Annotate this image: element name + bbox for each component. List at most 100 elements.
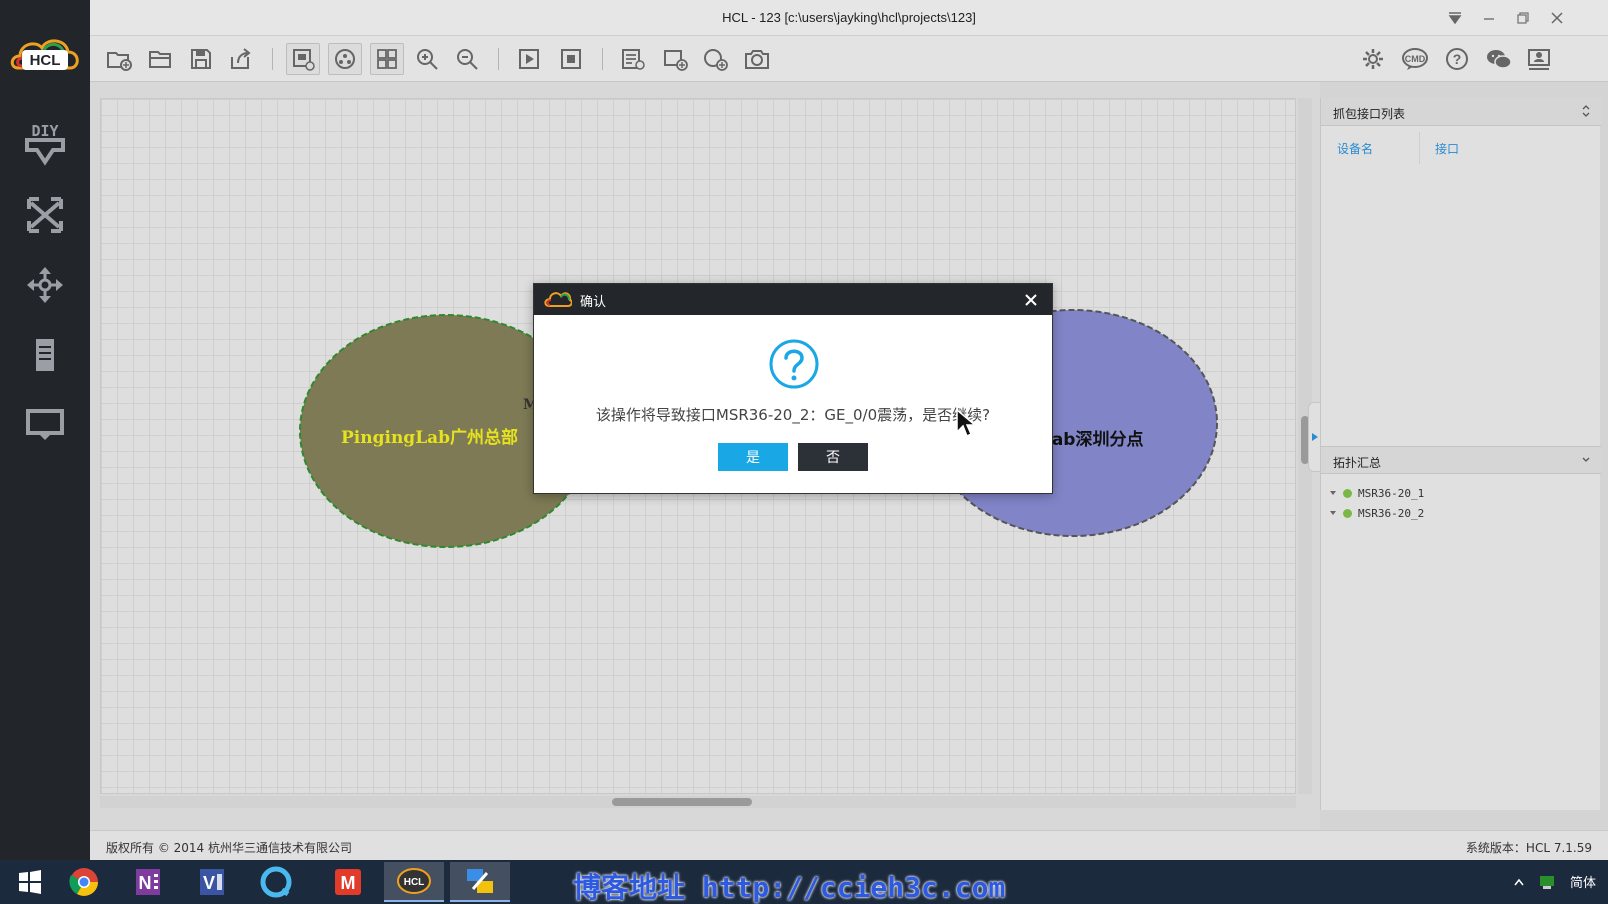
wechat-icon [1487, 50, 1512, 69]
blog-url-overlay: 博客地址 http://ccieh3c.com [573, 871, 1006, 904]
device-name: MSR36-20_1 [1358, 486, 1425, 500]
restore-button[interactable] [1510, 6, 1536, 30]
device-status-icon [1343, 488, 1352, 498]
open-folder-icon [149, 51, 171, 68]
zoom-out-button[interactable] [450, 43, 484, 75]
taskbar-visio[interactable]: V [182, 862, 242, 902]
show-interface-labels-button[interactable] [328, 43, 362, 75]
column-device-name[interactable]: 设备名 [1337, 140, 1373, 157]
help-icon: ? [1446, 48, 1468, 70]
interface-label-icon [335, 49, 355, 69]
router-icon [27, 267, 63, 303]
play-icon [519, 49, 539, 69]
new-project-button[interactable] [102, 43, 136, 75]
column-interface[interactable]: 接口 [1435, 140, 1459, 157]
zoom-out-icon [457, 49, 478, 70]
menu-dropdown-button[interactable] [1442, 6, 1468, 30]
collapse-icon [1582, 457, 1590, 462]
expand-arrow-icon [1330, 491, 1336, 495]
minimize-button[interactable] [1476, 6, 1502, 30]
export-button[interactable] [224, 43, 258, 75]
guangzhou-area-label: PingingLab广州总部 [341, 427, 518, 448]
command-line-button[interactable]: CMD [1398, 43, 1432, 75]
toolbar-separator [602, 48, 603, 70]
chevron-right-icon [1311, 433, 1318, 441]
save-icon [191, 49, 211, 69]
version-text: 系统版本：HCL 7.1.59 [1465, 841, 1592, 855]
rectangle-add-icon [664, 50, 688, 71]
start-all-devices-button[interactable] [512, 43, 546, 75]
chevron-down-icon [1448, 12, 1462, 25]
close-icon [1551, 12, 1563, 24]
yes-button[interactable]: 是 [718, 443, 788, 471]
add-text-button[interactable] [616, 43, 650, 75]
add-ellipse-button[interactable] [698, 43, 732, 75]
sidebar-item-terminal[interactable] [20, 400, 70, 450]
diy-icon: DIY [25, 122, 65, 166]
zoom-in-button[interactable] [410, 43, 444, 75]
sidebar-item-diy[interactable]: DIY [20, 118, 70, 168]
no-button[interactable]: 否 [798, 443, 868, 471]
dialog-title-bar: 确认 [534, 284, 1052, 315]
network-tool-icon [467, 869, 493, 893]
taskbar-network-tool[interactable] [450, 862, 510, 902]
horizontal-scroll-thumb[interactable] [612, 798, 752, 806]
wechat-button[interactable] [1482, 43, 1516, 75]
save-button[interactable] [184, 43, 218, 75]
panel-collapse-toggle[interactable] [1308, 402, 1320, 472]
sidebar-item-server[interactable] [20, 330, 70, 380]
svg-text:CMD: CMD [1405, 54, 1426, 64]
tree-item-device[interactable]: MSR36-20_1 [1329, 484, 1424, 502]
help-button[interactable]: ? [1440, 43, 1474, 75]
toolbar: CMD ? [90, 36, 1608, 82]
show-device-labels-button[interactable] [286, 43, 320, 75]
open-project-button[interactable] [144, 43, 178, 75]
taskbar-chrome[interactable] [54, 862, 114, 902]
sidebar-item-switch[interactable] [20, 190, 70, 240]
taskbar-onenote[interactable]: N [118, 862, 178, 902]
topology-summary-header[interactable]: 拓扑汇总 [1321, 446, 1601, 474]
monitor-icon [26, 409, 64, 440]
taskbar-browser[interactable] [246, 862, 306, 902]
close-icon [1025, 294, 1037, 306]
dialog-close-button[interactable] [1020, 289, 1042, 311]
export-icon [231, 48, 251, 69]
stop-all-devices-button[interactable] [554, 43, 588, 75]
show-grid-button[interactable] [370, 43, 404, 75]
settings-button[interactable] [1356, 43, 1390, 75]
tray-expand-icon[interactable] [1514, 878, 1524, 886]
feedback-button[interactable] [1522, 43, 1556, 75]
ime-indicator[interactable]: 简体 [1570, 872, 1596, 891]
confirm-dialog: 确认 该操作将导致接口MSR36-20_2：GE_0/0震荡，是否继续? 是 否 [533, 283, 1053, 494]
server-icon [36, 339, 54, 371]
window-title: HCL - 123 [c:\users\jayking\hcl\projects… [722, 10, 976, 25]
close-window-button[interactable] [1544, 6, 1570, 30]
svg-text:DIY: DIY [31, 122, 58, 140]
restore-icon [1517, 12, 1529, 24]
hcl-app-icon: HCL [397, 868, 431, 894]
user-feedback-icon [1528, 49, 1550, 70]
screenshot-button[interactable] [740, 43, 774, 75]
status-bar: 版权所有 © 2014 杭州华三通信技术有限公司 系统版本：HCL 7.1.59 [90, 830, 1608, 860]
start-button[interactable] [0, 862, 60, 902]
collapse-icon [1582, 105, 1590, 117]
svg-text:N: N [139, 873, 152, 893]
topology-summary-title: 拓扑汇总 [1333, 456, 1382, 470]
taskbar: N V M HCL 博客地址 http://ccieh3c.com 简体 [0, 860, 1608, 904]
grid-icon [377, 49, 397, 69]
device-name: MSR36-20_2 [1358, 506, 1425, 520]
network-status-icon[interactable] [1538, 873, 1556, 891]
expand-arrow-icon [1330, 511, 1336, 515]
taskbar-hcl[interactable]: HCL [384, 862, 444, 902]
gear-icon [1363, 49, 1383, 69]
capture-list-header[interactable]: 抓包接口列表 [1321, 98, 1601, 126]
browser-icon [260, 866, 292, 898]
sidebar-item-router[interactable] [20, 260, 70, 310]
capture-list-title: 抓包接口列表 [1333, 107, 1406, 121]
tree-item-device[interactable]: MSR36-20_2 [1329, 504, 1424, 522]
horizontal-scrollbar[interactable] [100, 796, 1296, 808]
add-rectangle-button[interactable] [658, 43, 692, 75]
mouse-cursor-icon [956, 408, 977, 438]
stop-icon [561, 49, 581, 69]
taskbar-mindmanager[interactable]: M [318, 862, 378, 902]
